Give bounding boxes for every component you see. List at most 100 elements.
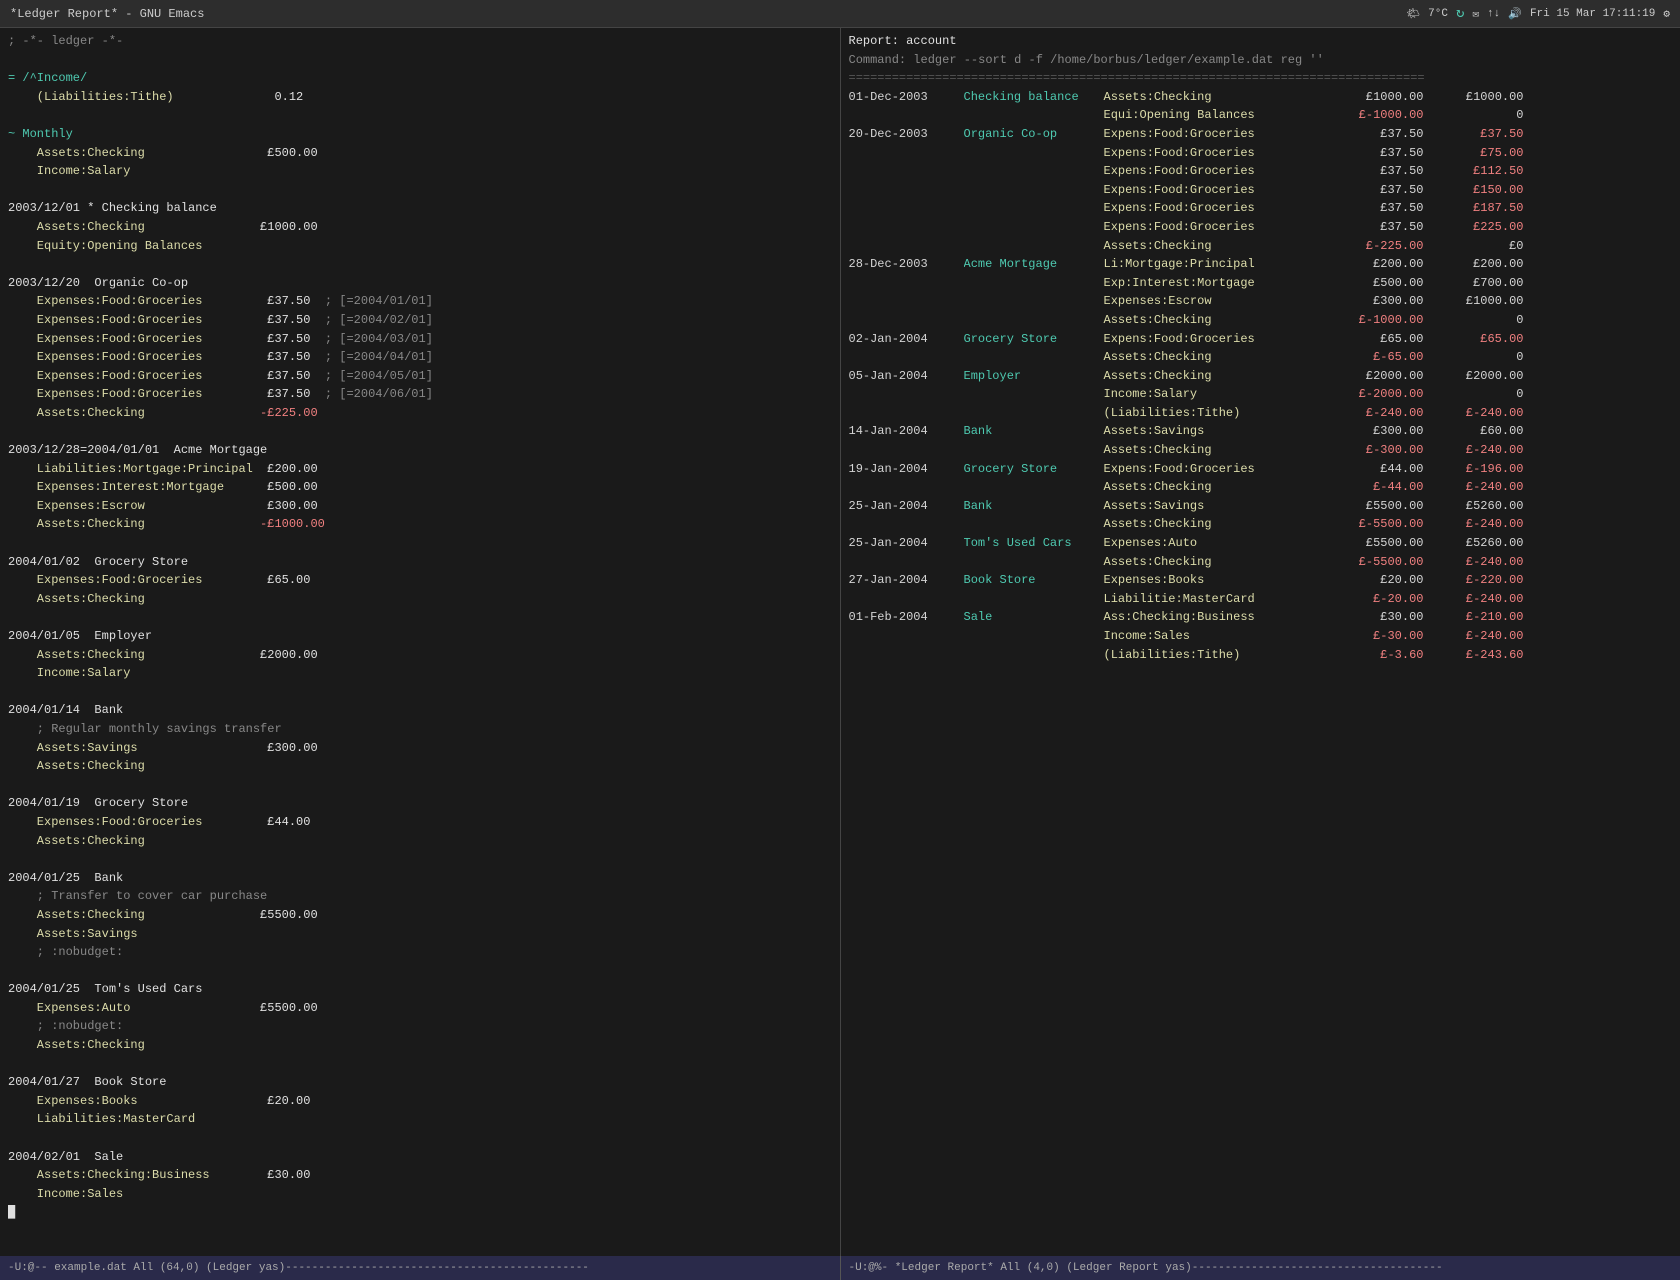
report-separator: ========================================… bbox=[849, 69, 1673, 88]
line-income-sales: Income:Sales bbox=[8, 1185, 832, 1204]
line-comment: ; -*- ledger -*- bbox=[8, 32, 832, 51]
main-area: ; -*- ledger -*- = /^Income/ (Liabilitie… bbox=[0, 28, 1680, 1256]
status-left-text: -U:@-- example.dat All (64,0) (Ledger ya… bbox=[8, 1262, 589, 1274]
line-groceries-5: Expenses:Food:Groceries £37.50 ; [=2004/… bbox=[8, 367, 832, 386]
report-row: Assets:Checking£-1000.000 bbox=[849, 311, 1673, 330]
report-row: Expens:Food:Groceries£37.50£75.00 bbox=[849, 144, 1673, 163]
line-nobudget2: ; :nobudget: bbox=[8, 1017, 832, 1036]
line-2003-organic: 2003/12/20 Organic Co-op bbox=[8, 274, 832, 293]
line-checking-neg1000: Assets:Checking -£1000.00 bbox=[8, 515, 832, 534]
clock: Fri 15 Mar 17:11:19 bbox=[1530, 8, 1655, 20]
line-blank12 bbox=[8, 1055, 832, 1074]
line-blank8 bbox=[8, 683, 832, 702]
status-right: -U:@%- *Ledger Report* All (4,0) (Ledger… bbox=[841, 1256, 1680, 1280]
line-groceries-2: Expenses:Food:Groceries £37.50 ; [=2004/… bbox=[8, 311, 832, 330]
line-blank bbox=[8, 51, 832, 70]
line-escrow: Expenses:Escrow £300.00 bbox=[8, 497, 832, 516]
line-blank3 bbox=[8, 181, 832, 200]
weather-icon: 🌤 bbox=[1406, 7, 1420, 21]
report-row: 25-Jan-2004BankAssets:Savings£5500.00£52… bbox=[849, 497, 1673, 516]
report-row: Income:Salary£-2000.000 bbox=[849, 385, 1673, 404]
line-nobudget1: ; :nobudget: bbox=[8, 943, 832, 962]
line-equity: Equity:Opening Balances bbox=[8, 237, 832, 256]
report-row: Assets:Checking£-225.00£0 bbox=[849, 237, 1673, 256]
line-assets-checking-1000: Assets:Checking £1000.00 bbox=[8, 218, 832, 237]
report-row: Expenses:Escrow£300.00£1000.00 bbox=[849, 292, 1673, 311]
line-groceries-4: Expenses:Food:Groceries £37.50 ; [=2004/… bbox=[8, 348, 832, 367]
status-right-text: -U:@%- *Ledger Report* All (4,0) (Ledger… bbox=[849, 1262, 1443, 1274]
line-checking-ref2: Assets:Checking bbox=[8, 832, 832, 851]
left-pane[interactable]: ; -*- ledger -*- = /^Income/ (Liabilitie… bbox=[0, 28, 841, 1256]
line-groceries-65: Expenses:Food:Groceries £65.00 bbox=[8, 571, 832, 590]
line-bank2: 2004/01/25 Bank bbox=[8, 869, 832, 888]
line-checking-business: Assets:Checking:Business £30.00 bbox=[8, 1166, 832, 1185]
report-row: 01-Dec-2003Checking balanceAssets:Checki… bbox=[849, 88, 1673, 107]
report-row: 28-Dec-2003Acme MortgageLi:Mortgage:Prin… bbox=[849, 255, 1673, 274]
line-blank7 bbox=[8, 608, 832, 627]
report-row: Liabilitie:MasterCard£-20.00£-240.00 bbox=[849, 590, 1673, 609]
line-2003-check: 2003/12/01 * Checking balance bbox=[8, 199, 832, 218]
report-header: Report: account bbox=[849, 32, 1673, 51]
line-monthly: ~ Monthly bbox=[8, 125, 832, 144]
title-bar-left: *Ledger Report* - GNU Emacs bbox=[10, 7, 204, 21]
report-row: 25-Jan-2004Tom's Used CarsExpenses:Auto£… bbox=[849, 534, 1673, 553]
line-income-salary2: Income:Salary bbox=[8, 664, 832, 683]
line-checking-5500: Assets:Checking £5500.00 bbox=[8, 906, 832, 925]
line-sale: 2004/02/01 Sale bbox=[8, 1148, 832, 1167]
line-blank10 bbox=[8, 850, 832, 869]
line-book-store: 2004/01/27 Book Store bbox=[8, 1073, 832, 1092]
line-blank5 bbox=[8, 422, 832, 441]
report-row: 02-Jan-2004Grocery StoreExpens:Food:Groc… bbox=[849, 330, 1673, 349]
status-left: -U:@-- example.dat All (64,0) (Ledger ya… bbox=[0, 1256, 841, 1280]
line-blank6 bbox=[8, 534, 832, 553]
report-row: 19-Jan-2004Grocery StoreExpens:Food:Groc… bbox=[849, 460, 1673, 479]
line-auto-5500: Expenses:Auto £5500.00 bbox=[8, 999, 832, 1018]
settings-icon[interactable]: ⚙ bbox=[1663, 7, 1670, 21]
line-blank11 bbox=[8, 962, 832, 981]
report-row: 14-Jan-2004BankAssets:Savings£300.00£60.… bbox=[849, 422, 1673, 441]
line-assets-checking: Assets:Checking £500.00 bbox=[8, 144, 832, 163]
report-row: Equi:Opening Balances£-1000.000 bbox=[849, 106, 1673, 125]
line-checking-ref: Assets:Checking bbox=[8, 757, 832, 776]
line-groceries-44: Expenses:Food:Groceries £44.00 bbox=[8, 813, 832, 832]
report-row: Assets:Checking£-5500.00£-240.00 bbox=[849, 515, 1673, 534]
report-row: Expens:Food:Groceries£37.50£112.50 bbox=[849, 162, 1673, 181]
report-row: (Liabilities:Tithe)£-3.60£-243.60 bbox=[849, 646, 1673, 665]
title-bar: *Ledger Report* - GNU Emacs 🌤 7°C ↻ ✉ ↑↓… bbox=[0, 0, 1680, 28]
right-pane[interactable]: Report: account Command: ledger --sort d… bbox=[841, 28, 1680, 1256]
line-income-rule: = /^Income/ bbox=[8, 69, 832, 88]
report-row: Assets:Checking£-65.000 bbox=[849, 348, 1673, 367]
line-blank4 bbox=[8, 255, 832, 274]
line-checking-2000: Assets:Checking £2000.00 bbox=[8, 646, 832, 665]
report-row: Assets:Checking£-5500.00£-240.00 bbox=[849, 553, 1673, 572]
line-bank1: 2004/01/14 Bank bbox=[8, 701, 832, 720]
report-rows-container: 01-Dec-2003Checking balanceAssets:Checki… bbox=[849, 88, 1673, 664]
line-groceries-1: Expenses:Food:Groceries £37.50 ; [=2004/… bbox=[8, 292, 832, 311]
report-row: Assets:Checking£-44.00£-240.00 bbox=[849, 478, 1673, 497]
line-toms-cars: 2004/01/25 Tom's Used Cars bbox=[8, 980, 832, 999]
report-row: 05-Jan-2004EmployerAssets:Checking£2000.… bbox=[849, 367, 1673, 386]
line-assets-checking-neg: Assets:Checking -£225.00 bbox=[8, 404, 832, 423]
line-car-comment: ; Transfer to cover car purchase bbox=[8, 887, 832, 906]
mail-icon[interactable]: ✉ bbox=[1472, 7, 1479, 21]
report-row: Income:Sales£-30.00£-240.00 bbox=[849, 627, 1673, 646]
right-pane-content: Report: account Command: ledger --sort d… bbox=[849, 32, 1673, 664]
report-row: Expens:Food:Groceries£37.50£187.50 bbox=[849, 199, 1673, 218]
line-savings-comment: ; Regular monthly savings transfer bbox=[8, 720, 832, 739]
status-bar: -U:@-- example.dat All (64,0) (Ledger ya… bbox=[0, 1256, 1680, 1280]
line-grocery-store2: 2004/01/19 Grocery Store bbox=[8, 794, 832, 813]
line-blank9 bbox=[8, 776, 832, 795]
line-acme: 2003/12/28=2004/01/01 Acme Mortgage bbox=[8, 441, 832, 460]
line-tithe: (Liabilities:Tithe) 0.12 bbox=[8, 88, 832, 107]
window-title: *Ledger Report* - GNU Emacs bbox=[10, 7, 204, 21]
line-employer: 2004/01/05 Employer bbox=[8, 627, 832, 646]
line-savings-300: Assets:Savings £300.00 bbox=[8, 739, 832, 758]
report-row: 20-Dec-2003Organic Co-opExpens:Food:Groc… bbox=[849, 125, 1673, 144]
line-interest: Expenses:Interest:Mortgage £500.00 bbox=[8, 478, 832, 497]
report-row: 01-Feb-2004SaleAss:Checking:Business£30.… bbox=[849, 608, 1673, 627]
volume-icon[interactable]: 🔊 bbox=[1508, 7, 1522, 21]
refresh-icon[interactable]: ↻ bbox=[1456, 5, 1464, 22]
line-income-salary: Income:Salary bbox=[8, 162, 832, 181]
left-pane-content: ; -*- ledger -*- = /^Income/ (Liabilitie… bbox=[8, 32, 832, 1222]
line-cursor: █ bbox=[8, 1203, 832, 1222]
